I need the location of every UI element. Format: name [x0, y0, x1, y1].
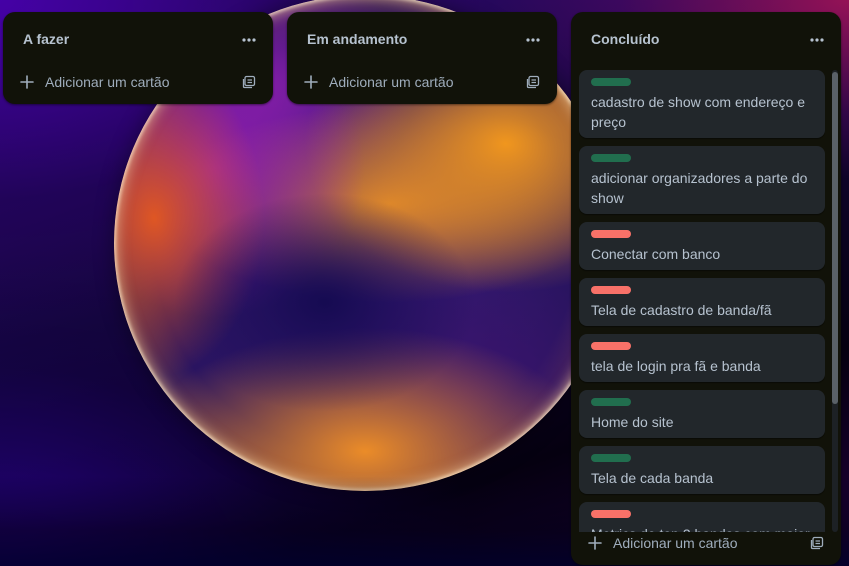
list-more-button[interactable] — [801, 24, 833, 56]
card[interactable]: Home do site — [579, 390, 825, 438]
list-more-button[interactable] — [517, 24, 549, 56]
add-card-label: Adicionar um cartão — [45, 74, 170, 90]
card-label-green[interactable] — [591, 398, 631, 406]
card-title: Tela de cadastro de banda/fã — [591, 302, 772, 318]
card-label-red[interactable] — [591, 230, 631, 238]
list-header: Concluído — [571, 12, 841, 58]
plus-icon — [15, 70, 39, 94]
list-em-andamento: Em andamento Adicionar um cartão — [287, 12, 557, 104]
card-list: cadastro de show com endereço e preço ad… — [579, 70, 825, 532]
list-title[interactable]: Concluído — [591, 31, 659, 47]
card-title: cadastro de show com endereço e preço — [591, 94, 806, 130]
list-more-button[interactable] — [233, 24, 265, 56]
card-label-red[interactable] — [591, 510, 631, 518]
card-label-green[interactable] — [591, 154, 631, 162]
card-title: Conectar com banco — [591, 246, 721, 262]
card[interactable]: Tela de cada banda — [579, 446, 825, 494]
create-from-template-button[interactable] — [803, 529, 831, 557]
more-horizontal-icon — [810, 38, 824, 42]
plus-icon — [299, 70, 323, 94]
card-title: adicionar organizadores a parte do show — [591, 170, 808, 206]
scrollbar-thumb[interactable] — [832, 72, 838, 404]
more-horizontal-icon — [526, 38, 540, 42]
add-card-label: Adicionar um cartão — [613, 535, 738, 551]
card-template-icon — [526, 75, 540, 89]
add-card-button[interactable]: Adicionar um cartão — [579, 527, 833, 559]
card[interactable]: cadastro de show com endereço e preço — [579, 70, 825, 138]
add-card-button[interactable]: Adicionar um cartão — [295, 66, 549, 98]
card-template-icon — [242, 75, 256, 89]
list-header: Em andamento — [287, 12, 557, 58]
card-label-red[interactable] — [591, 286, 631, 294]
list-title[interactable]: Em andamento — [307, 31, 407, 47]
list-a-fazer: A fazer Adicionar um cartão — [3, 12, 273, 104]
list-concluido: Concluído cadastro de show com endereço … — [571, 12, 841, 565]
plus-icon — [583, 531, 607, 555]
list-header: A fazer — [3, 12, 273, 58]
create-from-template-button[interactable] — [235, 68, 263, 96]
more-horizontal-icon — [242, 38, 256, 42]
card-label-green[interactable] — [591, 454, 631, 462]
card-title: tela de login pra fã e banda — [591, 358, 761, 374]
card-label-green[interactable] — [591, 78, 631, 86]
add-card-label: Adicionar um cartão — [329, 74, 454, 90]
add-card-button[interactable]: Adicionar um cartão — [11, 66, 265, 98]
card-title: Home do site — [591, 414, 674, 430]
card-list-scrollbar[interactable] — [832, 70, 838, 532]
card[interactable]: adicionar organizadores a parte do show — [579, 146, 825, 214]
list-title[interactable]: A fazer — [23, 31, 69, 47]
card-template-icon — [810, 536, 824, 550]
create-from-template-button[interactable] — [519, 68, 547, 96]
card-title: Tela de cada banda — [591, 470, 714, 486]
card[interactable]: Conectar com banco — [579, 222, 825, 270]
card-label-red[interactable] — [591, 342, 631, 350]
card[interactable]: Tela de cadastro de banda/fã — [579, 278, 825, 326]
card[interactable]: tela de login pra fã e banda — [579, 334, 825, 382]
